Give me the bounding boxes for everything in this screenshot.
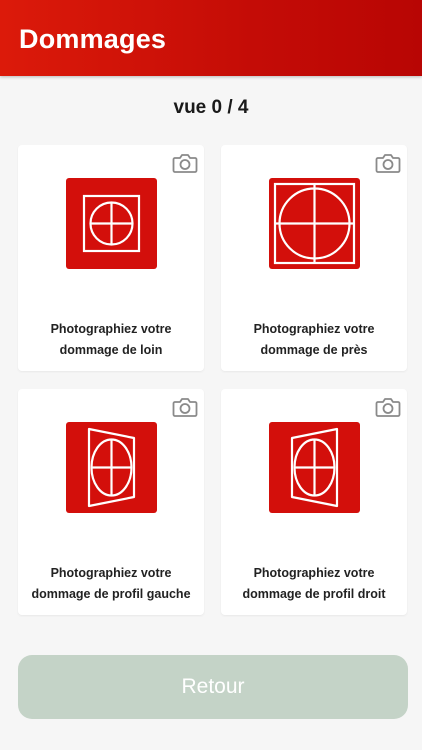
photo-card-near[interactable]: Photographiez votre dommage de près [221,145,407,371]
photo-progress-counter: vue 0 / 4 [173,97,249,118]
camera-icon[interactable] [172,152,198,174]
target-right-profile-icon [269,422,360,513]
camera-icon[interactable] [172,396,198,418]
photo-instruction: Photographiez votre dommage de profil ga… [31,566,191,601]
target-far-icon [66,178,157,269]
camera-icon[interactable] [375,396,401,418]
page-title: Dommages [19,24,167,54]
photo-instruction: Photographiez votre dommage de profil dr… [242,566,386,601]
photo-instruction: Photographiez votre dommage de loin [50,322,172,357]
photo-instruction: Photographiez votre dommage de près [253,322,375,357]
photo-card-right-profile[interactable]: Photographiez votre dommage de profil dr… [221,389,407,615]
back-button[interactable]: Retour [18,655,408,719]
photo-card-left-profile[interactable]: Photographiez votre dommage de profil ga… [18,389,204,615]
app-header: Dommages [0,0,422,76]
photo-card-far[interactable]: Photographiez votre dommage de loin [18,145,204,371]
target-near-icon [269,178,360,269]
target-left-profile-icon [66,422,157,513]
camera-icon[interactable] [375,152,401,174]
